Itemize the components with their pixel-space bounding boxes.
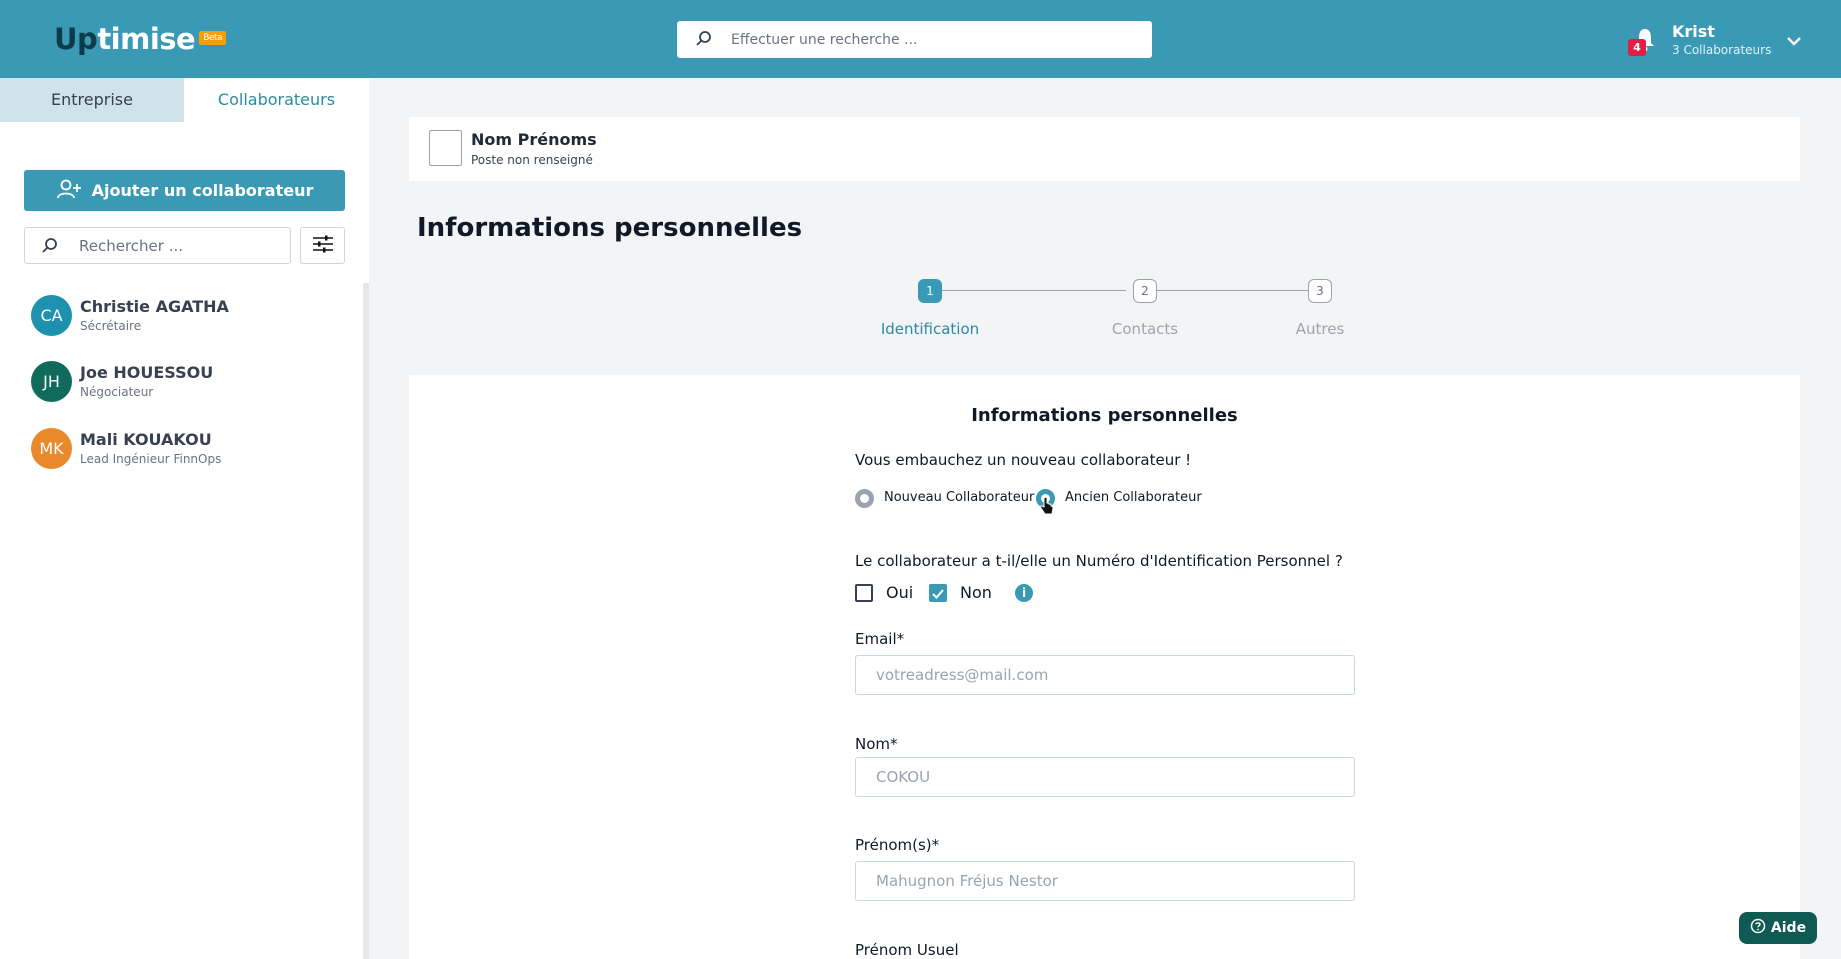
sidebar-search (24, 227, 291, 264)
user-name[interactable]: Krist (1672, 22, 1715, 41)
hand-cursor-icon (1039, 496, 1055, 521)
profile-image-placeholder (429, 130, 462, 166)
collaborator-role: Sécrétaire (80, 319, 142, 333)
sidebar: Entreprise Collaborateurs Ajouter un col… (0, 78, 369, 959)
radio-nouveau-collaborateur[interactable] (855, 489, 874, 508)
info-icon[interactable]: i (1015, 584, 1033, 602)
search-icon (41, 237, 59, 259)
email-label: Email* (855, 630, 905, 648)
chevron-down-icon[interactable] (1786, 32, 1802, 51)
tab-entreprise[interactable]: Entreprise (0, 78, 184, 122)
tab-collaborateurs[interactable]: Collaborateurs (184, 78, 369, 122)
question-icon (1750, 918, 1766, 938)
step-3-indicator[interactable]: 3 (1308, 279, 1332, 303)
collaborator-role: Négociateur (80, 385, 154, 399)
top-header: UptimiseBeta 4 Krist 3 Collaborateurs (0, 0, 1841, 78)
radio-ancien-label[interactable]: Ancien Collaborateur (1065, 490, 1202, 505)
prenom-label: Prénom(s)* (855, 836, 940, 854)
help-button[interactable]: Aide (1739, 912, 1817, 944)
avatar: MK (31, 428, 72, 469)
collaborator-role: Lead Ingénieur FinnOps (80, 452, 222, 466)
profile-role: Poste non renseigné (471, 153, 593, 167)
email-field[interactable] (855, 655, 1355, 695)
checkbox-oui[interactable] (855, 584, 873, 602)
step-2-indicator[interactable]: 2 (1133, 279, 1157, 303)
step-2-label[interactable]: Contacts (1085, 320, 1205, 338)
form-title: Informations personnelles (971, 405, 1238, 426)
checkbox-oui-label[interactable]: Oui (886, 583, 913, 602)
sidebar-tabs: Entreprise Collaborateurs (0, 78, 369, 122)
nip-question: Le collaborateur a t-il/elle un Numéro d… (855, 552, 1343, 570)
step-1-indicator[interactable]: 1 (918, 279, 942, 303)
help-label: Aide (1770, 920, 1807, 936)
form-card: Informations personnelles Vous embauchez… (409, 375, 1800, 959)
page-title: Informations personnelles (417, 213, 803, 243)
checkbox-non[interactable] (929, 584, 947, 602)
step-connector (941, 290, 1126, 291)
collaborator-name: Mali KOUAKOU (80, 430, 212, 449)
step-3-label[interactable]: Autres (1260, 320, 1380, 338)
user-subtitle: 3 Collaborateurs (1672, 43, 1772, 57)
app-logo[interactable]: Uptimise Beta (54, 22, 226, 56)
collaborator-item[interactable]: MK Mali KOUAKOU Lead Ingénieur FinnOps (0, 418, 369, 478)
profile-name: Nom Prénoms (471, 130, 597, 149)
collaborator-item[interactable]: CA Christie AGATHA Sécrétaire (0, 285, 369, 345)
global-search (677, 21, 1152, 58)
prenom-field[interactable] (855, 861, 1355, 901)
sidebar-search-input[interactable] (79, 228, 279, 263)
beta-badge: Beta (199, 31, 226, 45)
collaborator-name: Christie AGATHA (80, 297, 229, 316)
collaborator-name: Joe HOUESSOU (80, 363, 214, 382)
checkbox-non-label[interactable]: Non (960, 583, 992, 602)
step-1-label[interactable]: Identification (870, 320, 990, 338)
avatar: JH (31, 361, 72, 402)
check-icon (932, 589, 944, 599)
radio-nouveau-label[interactable]: Nouveau Collaborateur (884, 490, 1034, 505)
hire-question: Vous embauchez un nouveau collaborateur … (855, 451, 1192, 469)
profile-card: Nom Prénoms Poste non renseigné (409, 117, 1800, 181)
prenom-usuel-label: Prénom Usuel (855, 941, 959, 959)
filter-button[interactable] (300, 227, 345, 264)
step-connector (1157, 290, 1309, 291)
nom-label: Nom* (855, 735, 898, 753)
add-collaborator-label: Ajouter un collaborateur (91, 181, 314, 200)
search-icon (695, 30, 713, 52)
add-user-icon (56, 179, 82, 203)
avatar: CA (31, 295, 72, 336)
collaborator-item[interactable]: JH Joe HOUESSOU Négociateur (0, 351, 369, 411)
sliders-icon (312, 234, 334, 258)
nom-field[interactable] (855, 757, 1355, 797)
notification-count-badge: 4 (1628, 39, 1646, 56)
add-collaborator-button[interactable]: Ajouter un collaborateur (24, 170, 345, 211)
global-search-input[interactable] (731, 21, 1141, 58)
sidebar-scrollbar[interactable] (363, 283, 369, 959)
